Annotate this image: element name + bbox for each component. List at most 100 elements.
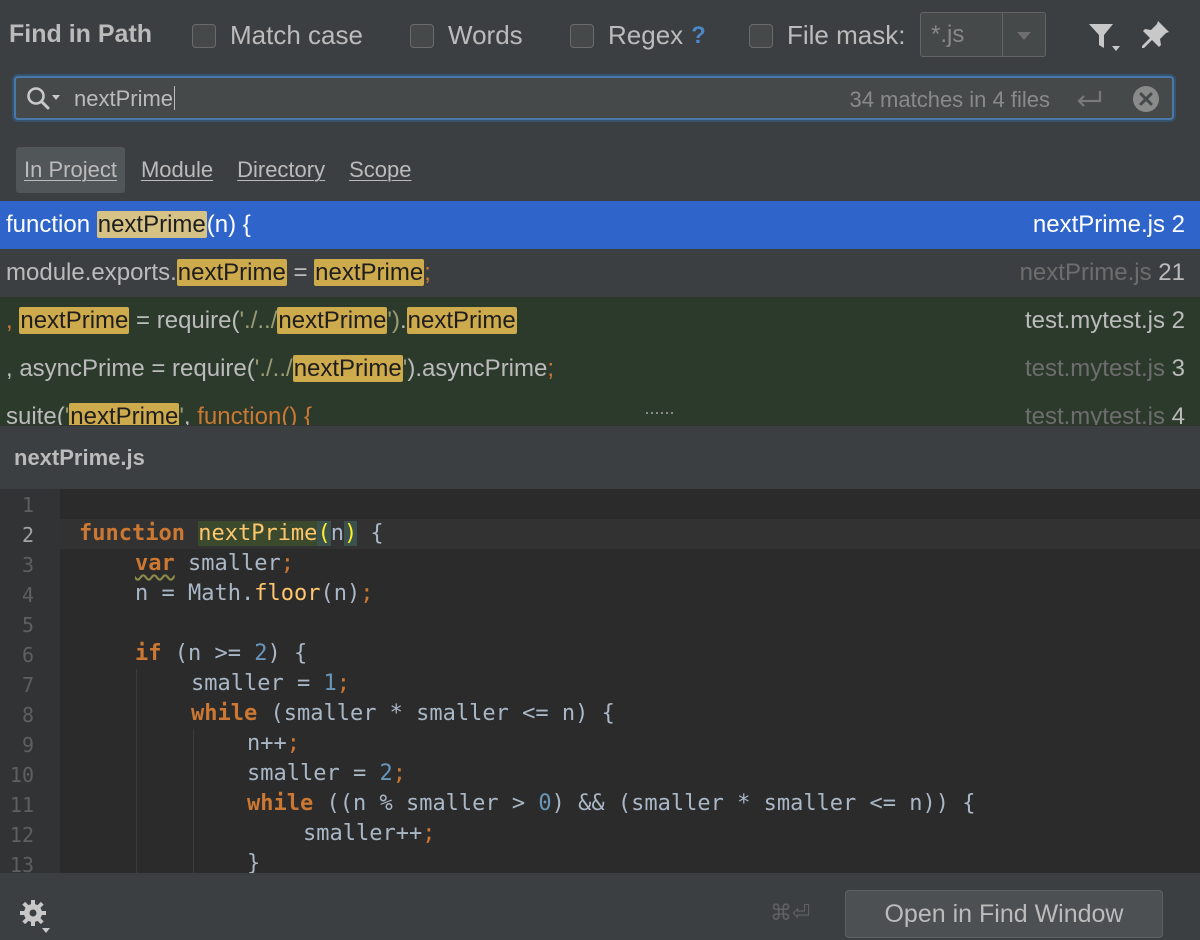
line-gutter: 1 2 3 4 5 6 7 8 9 10 11 12 13 [0,489,60,873]
match-highlight: nextPrime [277,307,388,334]
pin-icon[interactable] [1138,18,1172,52]
code-token: if [135,641,162,666]
code-token: { [357,521,384,546]
search-query: nextPrime [74,86,174,111]
result-file: nextPrime.js 2 [1033,211,1185,239]
code-line-11: while ((n % smaller > 0) && (smaller * s… [247,789,976,819]
string-text: './../ [239,307,278,334]
regex-label: Regex [608,20,684,50]
code-text: ).asyncPrime [407,355,548,382]
scope-tabs: In Project Module Directory Scope [16,147,428,193]
regex-checkbox[interactable] [570,23,594,48]
match-count: 34 matches in 4 files [849,87,1050,112]
code-token: while [247,791,314,816]
code-text: ; [547,355,555,382]
chevron-down-icon[interactable] [1003,13,1045,56]
code-line-3: var smaller; [135,549,294,579]
code-token: ( [317,521,331,546]
code-token: 0 [538,791,552,816]
code-text: . [400,307,407,334]
line-number: 13 [9,853,34,873]
enter-icon [1077,91,1102,107]
code-line-7: smaller = 1; [191,669,350,699]
line-number: 11 [9,793,34,817]
result-row[interactable]: , nextPrime = require('./../nextPrime').… [0,297,1200,345]
filter-icon[interactable] [1086,20,1122,54]
tab-module[interactable]: Module [133,147,221,193]
result-file: test.mytest.js 2 [1025,307,1185,335]
match-highlight: nextPrime [314,259,425,286]
code-token: 1 [323,671,337,696]
line-number: 8 [21,703,34,727]
code-token: nextPrime [198,521,318,546]
code-token: smaller = [191,671,324,696]
result-row[interactable]: , asyncPrime = require('./../nextPrime')… [0,345,1200,393]
result-file: test.mytest.js 4 [1025,403,1185,425]
words-option[interactable]: Words [410,20,523,51]
match-highlight: nextPrime [19,307,130,334]
file-mask-checkbox[interactable] [749,23,773,48]
code-text: , [6,307,20,334]
search-field[interactable]: nextPrime 34 matches in 4 files [14,76,1174,120]
open-in-find-window-button[interactable]: Open in Find Window [845,890,1163,938]
tab-scope[interactable]: Scope [341,147,419,193]
result-row[interactable]: module.exports.nextPrime = nextPrime; ne… [0,249,1200,297]
result-row[interactable]: suite('nextPrime', function() { test.myt… [0,393,1200,425]
code-text: = [286,259,315,286]
line-number: 3 [21,553,34,577]
file-mask-value[interactable]: *.js [921,13,1003,56]
code-token: ) [343,521,358,546]
code-text: = require( [129,307,240,334]
file-name: test.mytest.js [1024,355,1165,382]
file-mask-option[interactable]: File mask: [749,20,905,51]
file-mask-select[interactable]: *.js [920,12,1046,57]
clear-icon[interactable] [1132,85,1160,113]
find-toolbar: Find in Path Match case Words Regex ? Fi… [0,0,1200,72]
search-input[interactable]: nextPrime [74,86,176,112]
result-code: suite('nextPrime', function() { [6,403,312,425]
code-line-13: } [247,849,260,873]
code-text: , [183,403,198,425]
search-icon[interactable] [26,86,66,112]
words-checkbox[interactable] [410,23,434,48]
match-highlight: nextPrime [69,403,180,425]
line-number: 2 [21,523,34,547]
file-name: nextPrime.js [1019,259,1152,286]
line-number: 9 [21,733,34,757]
code-text: (n) { [206,211,251,238]
indent-guide [136,669,137,873]
code-line-12: smaller++; [303,819,435,849]
match-case-option[interactable]: Match case [192,20,363,51]
gear-icon[interactable] [18,899,54,935]
code-token: ; [336,671,350,696]
code-line-9: n++; [247,729,300,759]
code-preview[interactable]: 1 2 3 4 5 6 7 8 9 10 11 12 13 function n… [0,489,1200,873]
shortcut-hint: ⌘⏎ [770,900,811,925]
result-row[interactable]: function nextPrime(n) { nextPrime.js 2 [0,201,1200,249]
code-token: ; [392,761,406,786]
code-text: module.exports. [6,259,177,286]
tab-in-project[interactable]: In Project [16,147,125,193]
splitter-handle[interactable] [645,410,675,416]
match-case-checkbox[interactable] [192,23,216,48]
code-token: floor [254,581,321,606]
result-file: test.mytest.js 3 [1025,355,1185,383]
code-token: ; [360,581,374,606]
code-token: while [191,701,258,726]
code-line-6: if (n >= 2) { [135,639,307,669]
code-token: n [330,521,344,546]
line-number: 1 [21,493,34,517]
line-number: 10 [9,763,34,787]
code-text: ; [424,259,431,286]
tab-directory[interactable]: Directory [229,147,333,193]
code-token: n++ [247,731,287,756]
code-text: suite( [6,403,65,425]
dialog-footer: ⌘⏎ Open in Find Window [0,873,1200,940]
code-token: (smaller * smaller <= n) { [257,701,615,726]
code-token: smaller = [247,761,380,786]
match-highlight: nextPrime [292,355,403,382]
preview-header: nextPrime.js [0,425,1200,490]
regex-help-link[interactable]: ? [691,22,706,50]
regex-option[interactable]: Regex ? [570,20,706,51]
